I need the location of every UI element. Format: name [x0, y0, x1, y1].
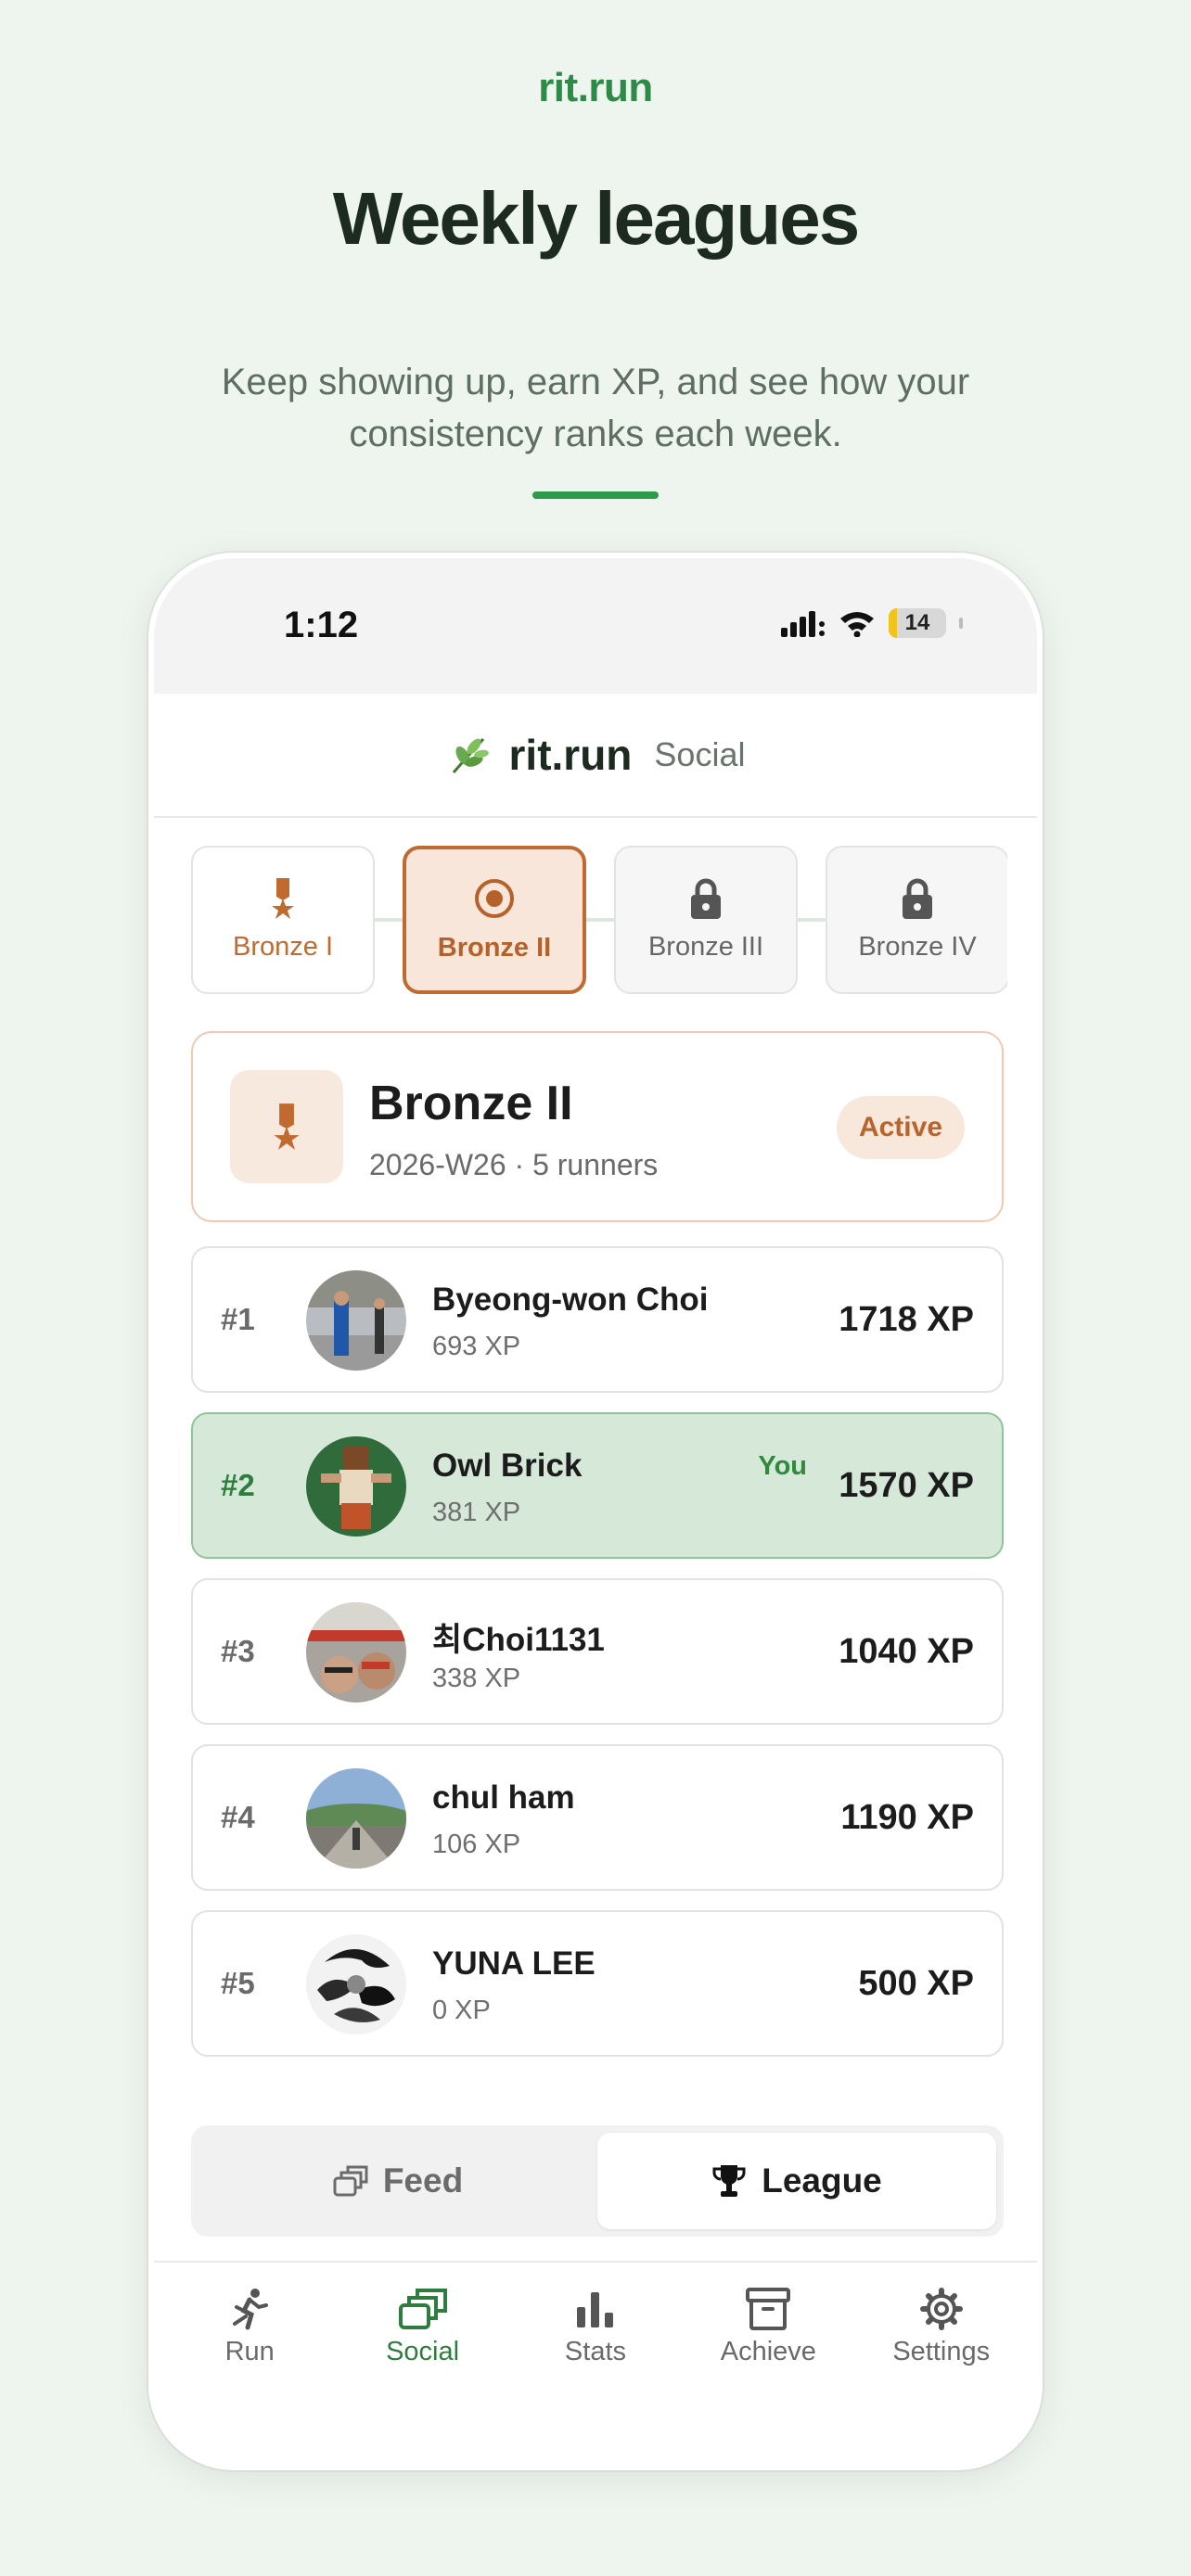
- leaderboard-row[interactable]: #4 chul ham 106 XP 1190 XP: [191, 1744, 1004, 1891]
- leaderboard-row[interactable]: #1 Byeong-won Choi 693 XP 1718 XP: [191, 1246, 1004, 1393]
- tab-label: Social: [386, 2337, 460, 2366]
- stacked-cards-icon: [333, 2165, 368, 2197]
- lock-icon: [691, 878, 721, 919]
- tab-settings[interactable]: Settings: [858, 2263, 1025, 2428]
- avatar: [306, 1768, 406, 1868]
- runner-total-xp: 1718 XP: [839, 1300, 974, 1339]
- promo-subline: Keep showing up, earn XP, and see how yo…: [221, 362, 970, 454]
- league-name: Bronze II: [369, 1077, 573, 1130]
- runner-weekly-xp: 338 XP: [432, 1664, 521, 1693]
- phone-frame: 1:12 14 rit.run Social Bronze I Bronze I…: [148, 553, 1043, 2470]
- runner-total-xp: 1190 XP: [840, 1798, 974, 1837]
- tier-bronze-1[interactable]: Bronze I: [191, 846, 375, 994]
- runner-name: Byeong-won Choi: [432, 1282, 709, 1318]
- trophy-icon: [712, 2165, 746, 2197]
- you-tag: You: [758, 1451, 807, 1481]
- avatar: [306, 1934, 406, 2034]
- bar-chart-icon: [576, 2292, 613, 2327]
- feed-league-toggle: Feed League: [191, 2125, 1004, 2237]
- tier-label: Bronze III: [647, 931, 764, 962]
- promo-headline: Weekly leagues: [332, 177, 860, 260]
- app-section-title: Social: [654, 735, 746, 773]
- app-brand: rit.run: [508, 731, 633, 779]
- league-segment-button[interactable]: League: [597, 2133, 996, 2229]
- battery-level: 14: [904, 610, 930, 635]
- league-summary-card: Bronze II 2026-W26 · 5 runners Active: [191, 1031, 1004, 1222]
- runner-name: 최Choi1131: [432, 1622, 605, 1658]
- leaderboard-row-you[interactable]: #2 Owl Brick 381 XP You 1570 XP: [191, 1412, 1004, 1559]
- leaderboard-row[interactable]: #5 YUNA LEE 0 XP 500 XP: [191, 1910, 1004, 2057]
- medal-icon: [272, 877, 294, 919]
- tier-label: Bronze IV: [858, 931, 977, 962]
- runner-name: YUNA LEE: [432, 1945, 596, 1982]
- tier-label: Bronze I: [233, 931, 333, 962]
- tab-label: Settings: [892, 2337, 991, 2366]
- runner-name: chul ham: [432, 1779, 575, 1816]
- target-icon: [475, 878, 514, 918]
- runner-weekly-xp: 381 XP: [432, 1498, 521, 1527]
- tier-bronze-2[interactable]: Bronze II: [403, 846, 586, 994]
- runner-icon: [233, 2289, 269, 2330]
- avatar: [306, 1270, 406, 1371]
- status-time: 1:12: [284, 605, 359, 645]
- tier-selector: Bronze I Bronze II Bronze III Bronze IV: [191, 846, 1007, 994]
- avatar: [306, 1602, 406, 1702]
- battery-icon: 14: [889, 608, 946, 638]
- tab-achieve[interactable]: Achieve: [685, 2263, 852, 2428]
- social-cards-icon: [398, 2289, 447, 2329]
- archive-box-icon: [746, 2288, 791, 2330]
- league-icon-box: [230, 1070, 343, 1183]
- leaderboard-row[interactable]: #3 최Choi1131 338 XP 1040 XP: [191, 1578, 1004, 1725]
- rank-number: #2: [221, 1468, 255, 1502]
- runner-weekly-xp: 106 XP: [432, 1830, 521, 1859]
- tab-label: Achieve: [720, 2337, 816, 2366]
- battery-tip: [959, 618, 963, 629]
- tab-social[interactable]: Social: [339, 2263, 506, 2428]
- status-icons: 14: [781, 608, 963, 638]
- rank-number: #1: [221, 1302, 255, 1336]
- wifi-icon: [840, 612, 874, 637]
- status-badge: Active: [836, 1096, 965, 1159]
- feed-label: Feed: [382, 2162, 464, 2200]
- app-header: rit.run Social: [154, 694, 1037, 818]
- runner-total-xp: 500 XP: [858, 1964, 974, 2003]
- runner-total-xp: 1570 XP: [839, 1466, 974, 1505]
- leaderboard: #1 Byeong-won Choi 693 XP 1718 XP #2 Owl…: [191, 1246, 1004, 2076]
- tab-label: Stats: [564, 2337, 627, 2366]
- rank-number: #3: [221, 1634, 255, 1668]
- tab-stats[interactable]: Stats: [512, 2263, 679, 2428]
- bottom-tab-bar: Run Social Stats Achieve Settings: [154, 2261, 1037, 2428]
- runner-weekly-xp: 0 XP: [432, 1996, 491, 2025]
- tier-bronze-4[interactable]: Bronze IV: [826, 846, 1007, 994]
- league-label: League: [762, 2162, 882, 2200]
- medal-icon: [274, 1103, 300, 1150]
- tier-bronze-3[interactable]: Bronze III: [614, 846, 798, 994]
- accent-divider: [532, 491, 659, 499]
- runner-total-xp: 1040 XP: [839, 1632, 974, 1671]
- tab-label: Run: [224, 2337, 275, 2366]
- rank-number: #5: [221, 1966, 255, 2000]
- status-bar: 1:12 14: [154, 558, 1037, 694]
- leaf-icon: [452, 737, 489, 773]
- league-meta: 2026-W26 · 5 runners: [369, 1148, 659, 1181]
- gear-icon: [919, 2288, 963, 2330]
- feed-segment-button[interactable]: Feed: [198, 2133, 597, 2229]
- cellular-signal-icon: [781, 611, 825, 637]
- avatar: [306, 1436, 406, 1537]
- lock-icon: [903, 878, 932, 919]
- rank-number: #4: [221, 1800, 255, 1834]
- promo-brand: rit.run: [538, 65, 653, 110]
- runner-name: Owl Brick: [432, 1447, 583, 1484]
- tab-run[interactable]: Run: [166, 2263, 333, 2428]
- runner-weekly-xp: 693 XP: [432, 1332, 521, 1361]
- tier-label: Bronze II: [437, 932, 552, 963]
